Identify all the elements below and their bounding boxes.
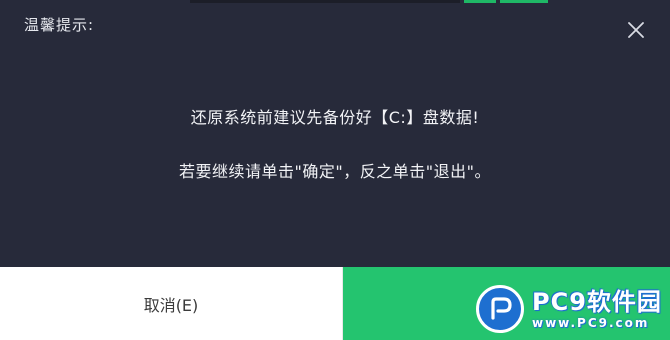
warm-tip-dialog: 温馨提示: 还原系统前建议先备份好【C:】盘数据! 若要继续请单击"确定"，反之… [0,0,670,340]
message-line-1: 还原系统前建议先备份好【C:】盘数据! [190,108,480,127]
dialog-title: 温馨提示: [24,16,95,34]
background-strip [190,0,460,3]
message-line-2: 若要继续请单击"确定"，反之单击"退出"。 [179,162,491,181]
close-icon [628,22,644,38]
watermark-logo-icon [476,285,524,333]
background-strip [464,0,496,3]
watermark-brand: PC9软件园 [532,287,662,316]
cancel-button[interactable]: 取消(E) [0,267,343,340]
cancel-button-label: 取消(E) [143,295,199,315]
watermark: PC9软件园 www.PC9.com [476,283,666,335]
watermark-url: www.PC9.com [532,315,650,330]
close-button[interactable] [624,18,648,42]
background-strip [500,0,548,3]
